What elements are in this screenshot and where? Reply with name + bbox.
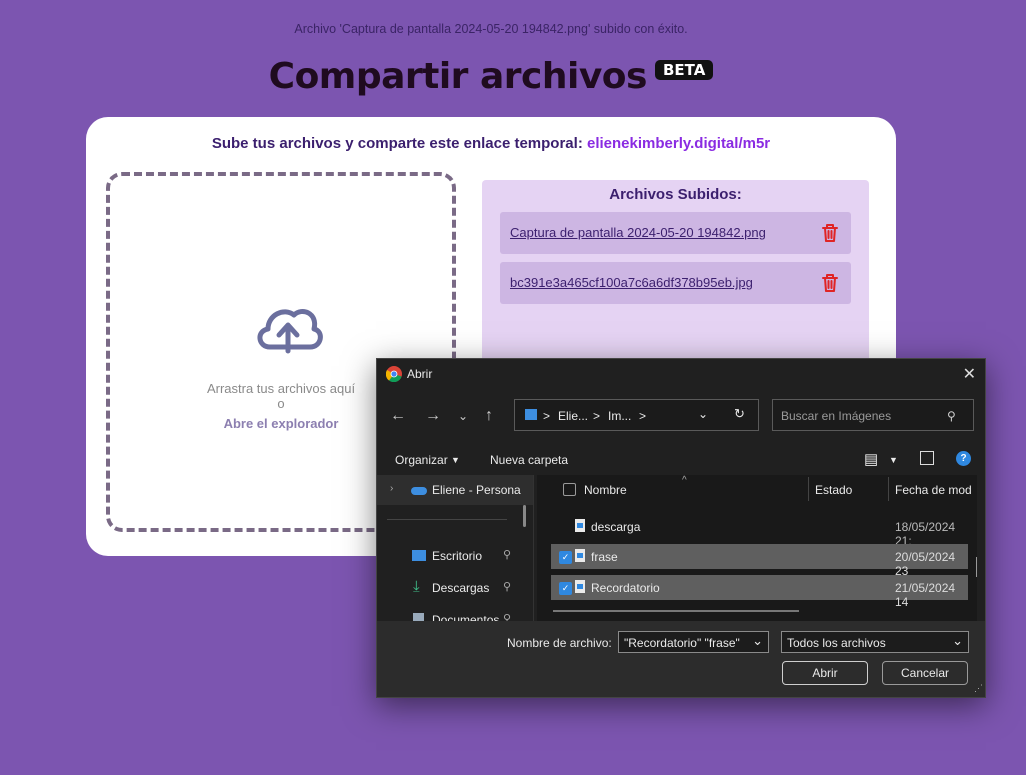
onedrive-icon (411, 487, 427, 495)
file-row[interactable]: ✓ frase 20/05/2024 23 (551, 544, 968, 578)
dialog-title: Abrir (407, 367, 433, 381)
nav-item-downloads[interactable]: ⤓ Descargas ⚲ (377, 573, 533, 603)
address-bar[interactable]: > Elie... > Im... > ⌄ ↻ (514, 399, 759, 431)
uploaded-file-link[interactable]: Captura de pantalla 2024-05-20 194842.pn… (510, 225, 766, 240)
open-button[interactable]: Abrir (782, 661, 868, 685)
cloud-upload-icon (257, 309, 323, 354)
nav-item-desktop[interactable]: Escritorio ⚲ (377, 541, 533, 571)
file-checkbox[interactable]: ✓ (559, 551, 572, 564)
dialog-toolbar: Organizar ▼ Nueva carpeta ▤ ▼ ? (377, 449, 985, 473)
file-list: ^ Nombre Estado Fecha de mod descarga 18… (537, 475, 977, 621)
file-name: descarga (591, 520, 641, 534)
search-placeholder: Buscar en Imágenes (781, 409, 892, 423)
pictures-icon (525, 409, 537, 420)
column-divider[interactable] (888, 477, 889, 501)
dialog-footer: Nombre de archivo: "Recordatorio" "frase… (377, 621, 985, 697)
address-sep: > (639, 409, 647, 423)
resize-grip-icon[interactable]: ⋰ (974, 683, 983, 694)
documents-icon (413, 613, 424, 621)
uploaded-file-row: bc391e3a465cf100a7c6a6df378b95eb.jpg (500, 262, 851, 304)
file-icon (575, 549, 585, 562)
uploaded-file-link[interactable]: bc391e3a465cf100a7c6a6df378b95eb.jpg (510, 275, 753, 290)
trash-icon[interactable] (821, 223, 839, 243)
nav-scrollbar[interactable] (523, 505, 526, 527)
up-arrow-icon[interactable]: ↑ (485, 407, 493, 425)
sort-up-icon: ^ (682, 475, 687, 486)
filename-value: "Recordatorio" "frase" (624, 636, 740, 650)
cancel-button[interactable]: Cancelar (882, 661, 968, 685)
desktop-icon (412, 550, 426, 561)
file-date: 20/05/2024 23 (895, 550, 956, 578)
pin-icon: ⚲ (503, 549, 512, 561)
address-sep: > (543, 409, 551, 423)
column-status[interactable]: Estado (815, 483, 852, 497)
forward-arrow-icon[interactable]: → (425, 407, 441, 425)
beta-badge: BETA (654, 60, 714, 80)
chevron-down-icon[interactable]: ⌄ (458, 409, 468, 423)
column-name[interactable]: Nombre (584, 483, 627, 497)
help-icon[interactable]: ? (956, 451, 971, 466)
preview-pane-icon[interactable] (920, 451, 934, 465)
page-title: Compartir archivos (268, 56, 648, 97)
file-row[interactable]: ✓ Recordatorio 21/05/2024 14 (551, 575, 968, 609)
file-name: frase (591, 550, 618, 564)
file-type-select[interactable]: Todos los archivos ⌄ (781, 631, 969, 653)
column-date[interactable]: Fecha de mod (895, 483, 972, 497)
trash-icon[interactable] (821, 273, 839, 293)
back-arrow-icon[interactable]: ← (390, 407, 406, 425)
file-type-value: Todos los archivos (787, 636, 886, 650)
search-input[interactable]: Buscar en Imágenes ⚲ (772, 399, 974, 431)
breadcrumb-images[interactable]: Im... (608, 409, 631, 423)
nav-item-label: Escritorio (432, 549, 483, 563)
vertical-scrollbar[interactable] (976, 557, 977, 577)
file-date: 21/05/2024 14 (895, 581, 956, 609)
uploaded-file-row: Captura de pantalla 2024-05-20 194842.pn… (500, 212, 851, 254)
pin-icon: ⚲ (503, 581, 512, 593)
chevron-down-icon[interactable]: ⌄ (952, 633, 963, 649)
organize-menu[interactable]: Organizar (395, 453, 448, 467)
breadcrumb-user[interactable]: Elie... (558, 409, 588, 423)
file-checkbox[interactable]: ✓ (559, 582, 572, 595)
file-name: Recordatorio (591, 581, 660, 595)
page-header: Compartir archivos BETA (0, 56, 982, 97)
open-file-dialog: Abrir ✕ ← → ⌄ ↑ > Elie... > Im... > ⌄ ↻ … (376, 358, 986, 698)
chevron-down-icon[interactable]: ⌄ (752, 633, 763, 649)
refresh-icon[interactable]: ↻ (734, 406, 745, 422)
file-row[interactable]: descarga 18/05/2024 21: (551, 514, 968, 548)
chevron-right-icon[interactable]: › (390, 483, 393, 494)
caret-down-icon[interactable]: ▼ (451, 455, 460, 465)
nav-divider (387, 519, 507, 520)
nav-item-label: Eliene - Persona (432, 483, 521, 497)
nav-item-label: Descargas (432, 581, 490, 595)
caret-down-icon[interactable]: ▼ (889, 455, 898, 465)
upload-status-message: Archivo 'Captura de pantalla 2024-05-20 … (294, 22, 688, 36)
horizontal-scrollbar[interactable] (553, 610, 799, 612)
pin-icon: ⚲ (503, 613, 512, 621)
search-icon: ⚲ (947, 409, 956, 423)
navigation-pane: › Eliene - Persona Escritorio ⚲ ⤓ Descar… (377, 475, 534, 621)
file-icon (575, 519, 585, 532)
file-icon (575, 580, 585, 593)
share-instructions: Sube tus archivos y comparte este enlace… (86, 135, 896, 152)
new-folder-button[interactable]: Nueva carpeta (490, 453, 568, 467)
column-divider[interactable] (808, 477, 809, 501)
select-all-checkbox[interactable] (563, 483, 576, 496)
view-list-icon[interactable]: ▤ (864, 450, 878, 468)
nav-item-documents[interactable]: Documentos ⚲ (377, 605, 533, 621)
filename-label: Nombre de archivo: (507, 636, 612, 650)
chevron-down-icon[interactable]: ⌄ (698, 407, 708, 421)
dialog-navbar: ← → ⌄ ↑ > Elie... > Im... > ⌄ ↻ Buscar e… (377, 397, 985, 437)
close-icon[interactable]: ✕ (963, 364, 976, 384)
nav-item-label: Documentos (432, 613, 500, 621)
address-sep: > (593, 409, 601, 423)
share-prefix: Sube tus archivos y comparte este enlace… (211, 135, 583, 152)
uploaded-files-title: Archivos Subidos: (609, 186, 742, 203)
filename-input[interactable]: "Recordatorio" "frase" ⌄ (618, 631, 769, 653)
nav-item-onedrive[interactable]: › Eliene - Persona (377, 475, 533, 505)
chrome-icon (386, 366, 402, 382)
dialog-titlebar: Abrir ✕ (377, 359, 985, 389)
download-icon: ⤓ (413, 578, 420, 595)
share-link[interactable]: elienekimberly.digital/m5r (587, 135, 770, 152)
